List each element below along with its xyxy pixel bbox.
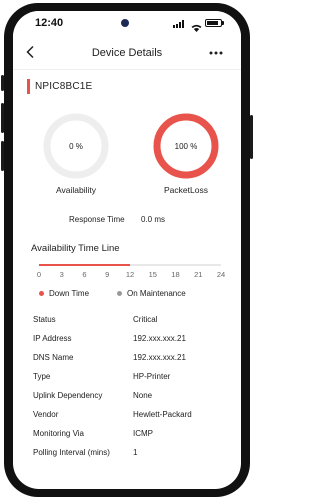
detail-label: Uplink Dependency	[33, 391, 103, 400]
down-time-dot	[39, 291, 44, 296]
more-horizontal-icon[interactable]	[209, 45, 229, 63]
maintenance-dot	[117, 291, 122, 296]
volume-down-button	[1, 141, 4, 171]
timeline-down-segment	[39, 264, 130, 266]
detail-value: Hewlett-Packard	[133, 410, 192, 419]
timeline-track	[39, 264, 221, 266]
availability-gauge: 0 %	[41, 111, 111, 181]
device-accent-bar	[27, 79, 30, 94]
detail-value: None	[133, 391, 153, 400]
down-time-legend: Down Time	[49, 289, 90, 298]
response-time-value: 0.0 ms	[141, 215, 166, 224]
device-name: NPIC8BC1E	[35, 81, 93, 92]
timeline-tick: 0	[36, 270, 42, 279]
packet-loss-label: PacketLoss	[164, 185, 208, 195]
front-camera	[121, 19, 129, 27]
timeline-tick: 21	[194, 270, 203, 279]
timeline-tick: 24	[216, 270, 226, 279]
timeline-tick: 18	[171, 270, 180, 279]
timeline-tick: 6	[82, 270, 87, 279]
detail-value: HP-Printer	[133, 372, 171, 381]
timeline-tick: 15	[148, 270, 157, 279]
timeline-tick: 9	[105, 270, 110, 279]
availability-value: 0 %	[69, 142, 83, 151]
maintenance-legend: On Maintenance	[127, 289, 186, 298]
volume-up-button	[1, 103, 4, 133]
status-bar: 12:40	[13, 11, 241, 37]
battery-tip	[222, 21, 224, 25]
detail-label: Polling Interval (mins)	[33, 448, 110, 457]
timeline-title: Availability Time Line	[31, 243, 120, 254]
mute-switch	[1, 75, 4, 91]
detail-value: ICMP	[133, 429, 153, 438]
battery-icon	[205, 19, 222, 27]
detail-label: DNS Name	[33, 353, 74, 362]
availability-label: Availability	[55, 185, 96, 195]
detail-label: Status	[33, 315, 56, 324]
detail-value: 192.xxx.xxx.21	[133, 353, 186, 362]
app-screen: 12:40 Device Details NPIC8BC1E 0 % Avail…	[13, 11, 241, 489]
response-time-label: Response Time	[69, 215, 125, 224]
packet-loss-value: 100 %	[175, 142, 198, 151]
detail-label: Type	[33, 372, 51, 381]
timeline-tick: 12	[125, 270, 135, 279]
packet-loss-gauge: 100 %	[151, 111, 221, 181]
detail-value: 192.xxx.xxx.21	[133, 334, 186, 343]
power-button	[250, 115, 253, 159]
wifi-icon	[191, 19, 202, 32]
status-time: 12:40	[35, 17, 64, 29]
detail-value: 1	[133, 448, 138, 457]
signal-icon	[173, 20, 187, 28]
page-title: Device Details	[91, 47, 163, 59]
detail-value: Critical	[133, 315, 158, 324]
detail-label: Vendor	[33, 410, 59, 419]
detail-label: Monitoring Via	[33, 429, 84, 438]
timeline-tick: 3	[59, 270, 64, 279]
phone-frame: 12:40 Device Details NPIC8BC1E 0 % Avail…	[1, 3, 253, 497]
nav-bar: Device Details	[13, 39, 241, 70]
detail-label: IP Address	[33, 334, 72, 343]
